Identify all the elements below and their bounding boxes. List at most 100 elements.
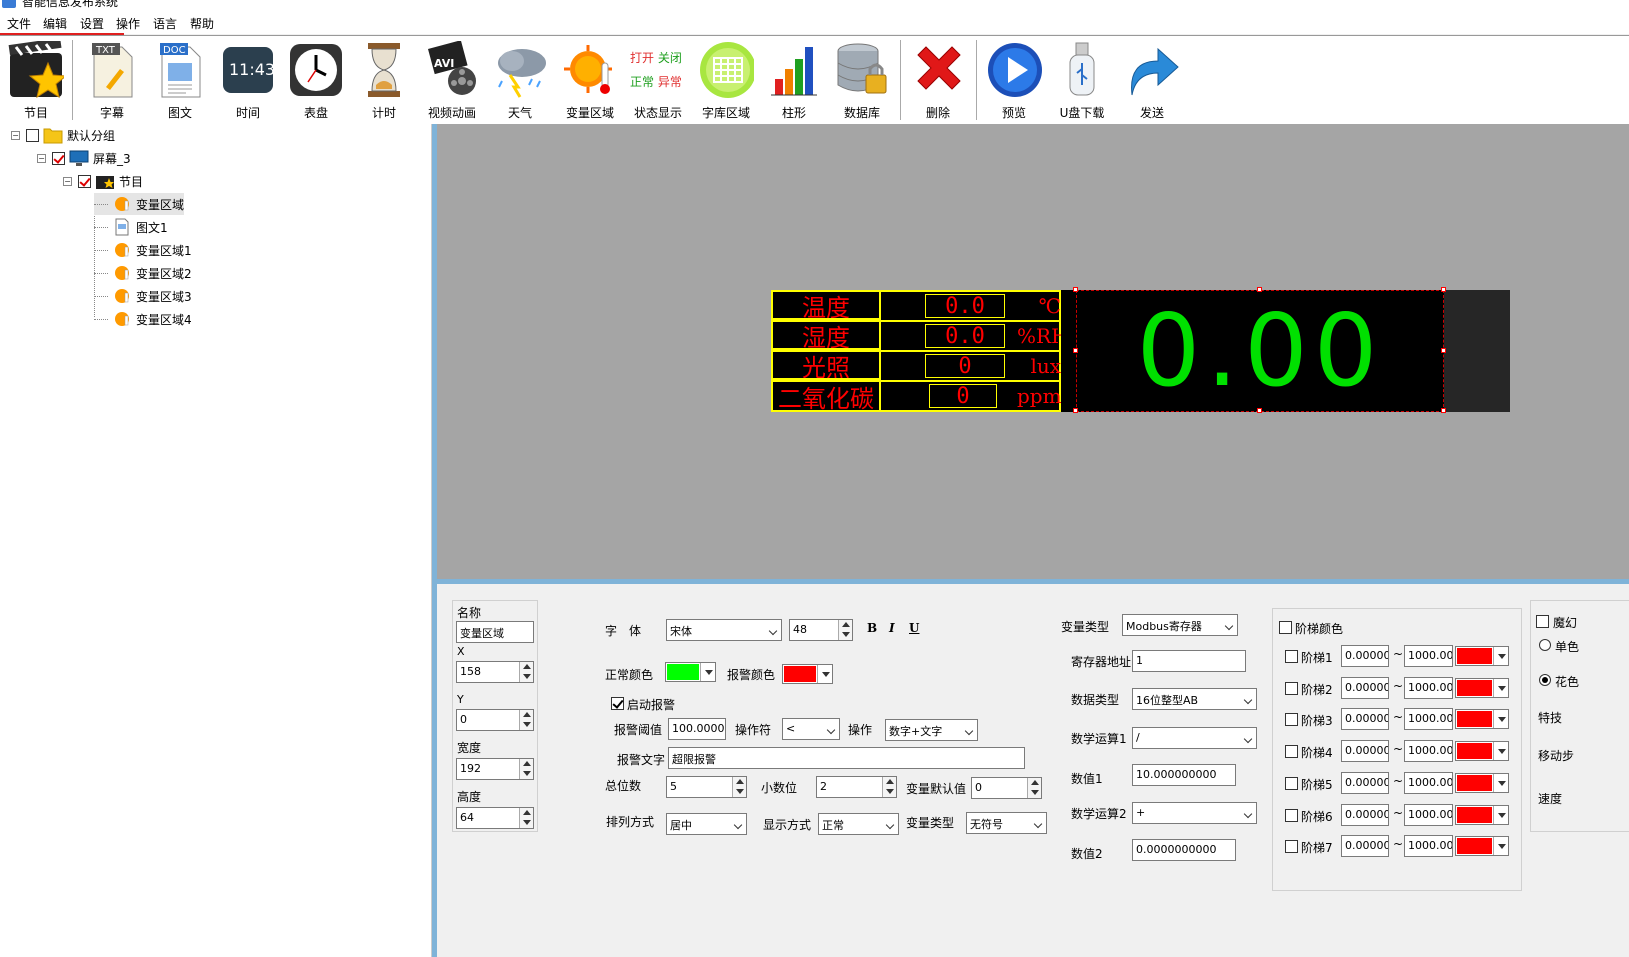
- toolbar-program-button[interactable]: 节目: [2, 38, 70, 122]
- dropdown-arrow-icon[interactable]: [1493, 647, 1508, 665]
- ladder-min-input[interactable]: 0.00000: [1341, 740, 1389, 763]
- ladder-color-picker[interactable]: [1455, 836, 1509, 857]
- tree-node-variable-area-4[interactable]: 变量区域4: [94, 308, 192, 330]
- x-spinner[interactable]: 158: [456, 661, 534, 683]
- total-digits-spinner[interactable]: 5: [666, 776, 747, 798]
- spin-buttons[interactable]: [519, 808, 533, 828]
- ladder-checkbox[interactable]: [1285, 745, 1298, 759]
- ladder-checkbox[interactable]: [1285, 681, 1298, 695]
- data-type-select[interactable]: 16位整型AB: [1132, 688, 1257, 710]
- ladder-max-input[interactable]: 1000.000: [1404, 708, 1453, 731]
- resize-handle[interactable]: [1441, 348, 1446, 353]
- resize-handle[interactable]: [1441, 287, 1446, 292]
- num1-input[interactable]: 10.000000000: [1132, 764, 1236, 786]
- width-spinner[interactable]: 192: [456, 758, 534, 780]
- toolbar-font-area-button[interactable]: 字库区域: [692, 38, 760, 122]
- ladder-max-input[interactable]: 1000.000: [1404, 645, 1453, 667]
- ladder-checkbox[interactable]: [1285, 840, 1298, 854]
- menu-operation[interactable]: 操作: [116, 15, 140, 32]
- resize-handle[interactable]: [1441, 408, 1446, 413]
- ladder-color-picker[interactable]: [1455, 677, 1509, 698]
- toolbar-database-button[interactable]: 数据库: [828, 38, 896, 122]
- collapse-icon[interactable]: −: [11, 130, 20, 140]
- multi-color-radio[interactable]: [1539, 674, 1551, 686]
- ladder-color-picker[interactable]: [1455, 709, 1509, 730]
- decimals-spinner[interactable]: 2: [816, 776, 897, 798]
- ladder-color-picker[interactable]: [1455, 804, 1509, 825]
- collapse-icon[interactable]: −: [63, 176, 72, 186]
- tree-node-image-text[interactable]: 图文1: [94, 216, 168, 238]
- tree-node-screen[interactable]: − 屏幕_3: [37, 147, 131, 169]
- num2-input[interactable]: 0.0000000000: [1132, 839, 1236, 861]
- bold-button[interactable]: B: [867, 621, 877, 635]
- toolbar-timer-button[interactable]: 计时: [350, 38, 418, 122]
- ladder-color-picker[interactable]: [1455, 646, 1509, 666]
- ladder-color-picker[interactable]: [1455, 772, 1509, 793]
- dropdown-arrow-icon[interactable]: [817, 665, 832, 683]
- resize-handle[interactable]: [1073, 287, 1078, 292]
- tree-node-variable-area-1[interactable]: 变量区域1: [94, 239, 192, 261]
- toolbar-preview-button[interactable]: 预览: [980, 38, 1048, 122]
- spin-buttons[interactable]: [519, 710, 533, 730]
- dropdown-arrow-icon[interactable]: [1493, 773, 1508, 792]
- var-type-select[interactable]: Modbus寄存器: [1122, 614, 1238, 636]
- ladder-checkbox[interactable]: [1285, 808, 1298, 822]
- normal-color-picker[interactable]: [665, 662, 716, 682]
- dropdown-arrow-icon[interactable]: [700, 663, 715, 681]
- resize-handle[interactable]: [1073, 408, 1078, 413]
- enable-alarm-checkbox[interactable]: [611, 697, 624, 710]
- dropdown-arrow-icon[interactable]: [1493, 710, 1508, 729]
- toolbar-image-text-button[interactable]: DOC 图文: [146, 38, 214, 122]
- spin-buttons[interactable]: [882, 777, 896, 797]
- led-screen[interactable]: 温度 湿度 光照 二氧化碳 0.0 0.0 0 0 ℃ %RH lux ppm: [771, 290, 1076, 412]
- tree-node-variable-area[interactable]: 变量区域: [94, 193, 185, 215]
- ladder-max-input[interactable]: 1000.000: [1404, 676, 1453, 699]
- ladder-min-input[interactable]: 0.00000: [1341, 676, 1389, 699]
- name-input[interactable]: 变量区域: [456, 621, 534, 643]
- display-select[interactable]: 正常: [818, 813, 899, 835]
- spin-buttons[interactable]: [519, 662, 533, 682]
- dropdown-arrow-icon[interactable]: [1493, 837, 1508, 856]
- tree-checkbox[interactable]: [26, 128, 39, 142]
- ladder-min-input[interactable]: 0.00000: [1341, 645, 1389, 667]
- toolbar-variable-area-button[interactable]: 变量区域: [556, 38, 624, 122]
- alarm-threshold-input[interactable]: 100.000000: [668, 718, 726, 740]
- y-spinner[interactable]: 0: [456, 709, 534, 731]
- toolbar-bar-button[interactable]: 柱形: [760, 38, 828, 122]
- toolbar-dial-button[interactable]: 表盘: [282, 38, 350, 122]
- italic-button[interactable]: I: [889, 621, 895, 635]
- underline-button[interactable]: U: [909, 621, 919, 635]
- ladder-min-input[interactable]: 0.00000: [1341, 708, 1389, 731]
- resize-handle[interactable]: [1257, 408, 1262, 413]
- toolbar-status-button[interactable]: 打开 关闭 正常 异常 状态显示: [624, 38, 692, 122]
- toolbar-usb-button[interactable]: U盘下载: [1048, 38, 1116, 122]
- var-type2-select[interactable]: 无符号: [966, 812, 1047, 834]
- spin-buttons[interactable]: [519, 759, 533, 779]
- tree-node-program[interactable]: − 节目: [63, 170, 143, 192]
- single-color-radio[interactable]: [1539, 639, 1551, 651]
- dropdown-arrow-icon[interactable]: [1493, 678, 1508, 697]
- menu-settings[interactable]: 设置: [80, 15, 104, 32]
- dropdown-arrow-icon[interactable]: [1493, 742, 1508, 761]
- ladder-max-input[interactable]: 1000.000: [1404, 803, 1453, 826]
- spin-buttons[interactable]: [732, 777, 746, 797]
- tree-node-variable-area-3[interactable]: 变量区域3: [94, 285, 192, 307]
- spin-buttons[interactable]: [1027, 778, 1041, 798]
- ladder-color-picker[interactable]: [1455, 741, 1509, 762]
- led-big-area[interactable]: 0.00: [1073, 287, 1510, 413]
- collapse-icon[interactable]: −: [37, 153, 46, 163]
- menu-edit[interactable]: 编辑: [43, 15, 67, 32]
- ladder-max-input[interactable]: 1000.000: [1404, 740, 1453, 763]
- tree-node-default-group[interactable]: − 默认分组: [11, 124, 115, 146]
- math-op1-select[interactable]: /: [1132, 727, 1257, 749]
- ladder-max-input[interactable]: 1000.000: [1404, 835, 1453, 858]
- ladder-color-checkbox[interactable]: [1279, 621, 1292, 634]
- spin-buttons[interactable]: [838, 620, 852, 640]
- font-size-spinner[interactable]: 48: [789, 619, 853, 641]
- tree-checkbox[interactable]: [78, 174, 91, 188]
- resize-handle[interactable]: [1073, 348, 1078, 353]
- operator-select[interactable]: <: [782, 718, 840, 740]
- dropdown-arrow-icon[interactable]: [1493, 805, 1508, 824]
- tree-node-variable-area-2[interactable]: 变量区域2: [94, 262, 192, 284]
- var-default-spinner[interactable]: 0: [971, 777, 1042, 799]
